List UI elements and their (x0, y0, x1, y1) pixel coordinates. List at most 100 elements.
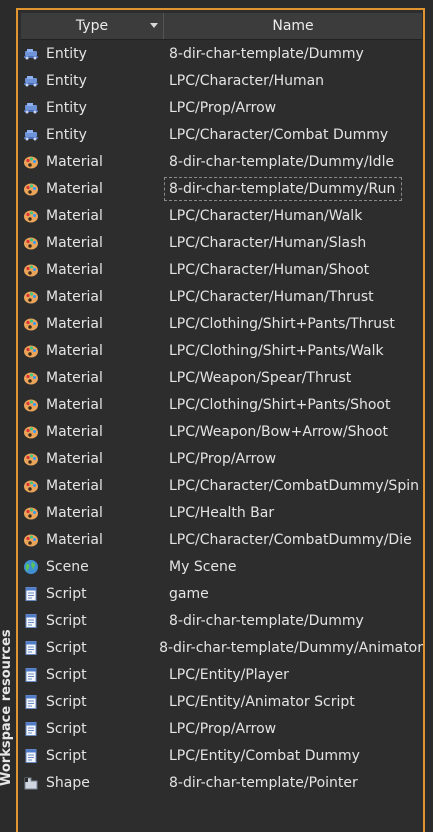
name-cell: LPC/Entity/Player (169, 666, 289, 683)
side-tab-label: Workspace resources (0, 629, 14, 786)
type-cell: Script (18, 721, 165, 737)
type-label: Material (46, 450, 103, 467)
resource-row[interactable]: Material LPC/Character/Human/Slash (18, 229, 423, 256)
resource-row[interactable]: Material LPC/Character/Human/Walk (18, 202, 423, 229)
type-label: Material (46, 153, 103, 170)
resource-row[interactable]: Material 8-dir-char-template/Dummy/Idle (18, 148, 423, 175)
type-cell: Material (18, 370, 165, 386)
resource-row[interactable]: Material LPC/Character/CombatDummy/Spin (18, 472, 423, 499)
resource-row[interactable]: Material 8-dir-char-template/Dummy/Run (18, 175, 423, 202)
name-cell: LPC/Health Bar (169, 504, 275, 521)
type-cell: Script (18, 640, 155, 656)
name-cell: LPC/Clothing/Shirt+Pants/Walk (169, 342, 384, 359)
side-tab[interactable]: Workspace resources (0, 0, 14, 832)
material-icon (23, 208, 39, 224)
type-label: Scene (46, 558, 89, 575)
column-header-name[interactable]: Name (164, 13, 422, 39)
type-cell: Material (18, 478, 165, 494)
type-cell: Script (18, 694, 165, 710)
type-label: Material (46, 531, 103, 548)
resource-row[interactable]: Script LPC/Entity/Combat Dummy (18, 742, 423, 769)
resource-row[interactable]: Material LPC/Character/CombatDummy/Die (18, 526, 423, 553)
script-icon (23, 640, 39, 656)
name-cell: LPC/Prop/Arrow (169, 720, 277, 737)
material-icon (23, 154, 39, 170)
type-cell: Material (18, 316, 165, 332)
resource-row[interactable]: Material LPC/Clothing/Shirt+Pants/Thrust (18, 310, 423, 337)
type-cell: Scene (18, 559, 165, 575)
resources-panel: Type Name Entity 8-dir-char-template/Dumm… (16, 8, 425, 832)
type-cell: Material (18, 181, 165, 197)
resource-row[interactable]: Script 8-dir-char-template/Dummy (18, 607, 423, 634)
type-label: Shape (46, 774, 90, 791)
column-header-type[interactable]: Type (21, 13, 164, 39)
resource-row[interactable]: Material LPC/Weapon/Spear/Thrust (18, 364, 423, 391)
material-icon (23, 343, 39, 359)
script-icon (23, 694, 39, 710)
resource-row[interactable]: Material LPC/Character/Human/Thrust (18, 283, 423, 310)
type-label: Material (46, 234, 103, 251)
type-label: Material (46, 423, 103, 440)
type-cell: Script (18, 748, 165, 764)
type-cell: Material (18, 262, 165, 278)
entity-icon (23, 100, 39, 116)
resource-row[interactable]: Scene My Scene (18, 553, 423, 580)
name-cell: 8-dir-char-template/Dummy (169, 45, 364, 62)
resource-row[interactable]: Entity LPC/Character/Human (18, 67, 423, 94)
script-icon (23, 586, 39, 602)
resource-row[interactable]: Script game (18, 580, 423, 607)
resource-row[interactable]: Entity LPC/Prop/Arrow (18, 94, 423, 121)
type-cell: Material (18, 235, 165, 251)
type-cell: Material (18, 505, 165, 521)
material-icon (23, 235, 39, 251)
resource-row[interactable]: Entity 8-dir-char-template/Dummy (18, 40, 423, 67)
type-cell: Material (18, 532, 165, 548)
sort-dropdown-icon[interactable] (150, 23, 158, 28)
type-cell: Entity (18, 127, 165, 143)
table-header: Type Name (21, 13, 422, 40)
material-icon (23, 424, 39, 440)
resource-row[interactable]: Script 8-dir-char-template/Dummy/Animator (18, 634, 423, 661)
column-header-type-label: Type (75, 18, 109, 34)
name-cell: 8-dir-char-template/Dummy (169, 612, 364, 629)
name-cell: My Scene (169, 558, 237, 575)
type-label: Material (46, 504, 103, 521)
type-label: Material (46, 288, 103, 305)
type-cell: Material (18, 397, 165, 413)
resource-row[interactable]: Script LPC/Entity/Animator Script (18, 688, 423, 715)
name-cell: LPC/Weapon/Bow+Arrow/Shoot (169, 423, 388, 440)
entity-icon (23, 127, 39, 143)
resource-row[interactable]: Shape 8-dir-char-template/Pointer (18, 769, 423, 796)
type-label: Script (46, 585, 87, 602)
material-icon (23, 181, 39, 197)
type-cell: Material (18, 154, 165, 170)
name-cell: LPC/Character/Human/Walk (169, 207, 363, 224)
material-icon (23, 262, 39, 278)
type-label: Script (46, 693, 87, 710)
material-icon (23, 397, 39, 413)
type-cell: Entity (18, 73, 165, 89)
resource-row[interactable]: Material LPC/Prop/Arrow (18, 445, 423, 472)
column-header-name-label: Name (272, 18, 314, 34)
resource-row[interactable]: Script LPC/Prop/Arrow (18, 715, 423, 742)
resource-row[interactable]: Material LPC/Character/Human/Shoot (18, 256, 423, 283)
shape-icon (23, 775, 39, 791)
resource-row[interactable]: Entity LPC/Character/Combat Dummy (18, 121, 423, 148)
type-label: Material (46, 369, 103, 386)
resource-row[interactable]: Material LPC/Clothing/Shirt+Pants/Shoot (18, 391, 423, 418)
resource-row[interactable]: Material LPC/Health Bar (18, 499, 423, 526)
name-cell: LPC/Character/Combat Dummy (169, 126, 389, 143)
type-label: Entity (46, 99, 87, 116)
material-icon (23, 289, 39, 305)
material-icon (23, 505, 39, 521)
name-cell: 8-dir-char-template/Dummy/Animator (159, 639, 423, 656)
resource-row[interactable]: Material LPC/Weapon/Bow+Arrow/Shoot (18, 418, 423, 445)
script-icon (23, 613, 39, 629)
script-icon (23, 721, 39, 737)
type-cell: Shape (18, 775, 165, 791)
name-cell: LPC/Character/Human/Thrust (169, 288, 374, 305)
type-cell: Entity (18, 46, 165, 62)
resource-row[interactable]: Script LPC/Entity/Player (18, 661, 423, 688)
type-cell: Script (18, 667, 165, 683)
resource-row[interactable]: Material LPC/Clothing/Shirt+Pants/Walk (18, 337, 423, 364)
